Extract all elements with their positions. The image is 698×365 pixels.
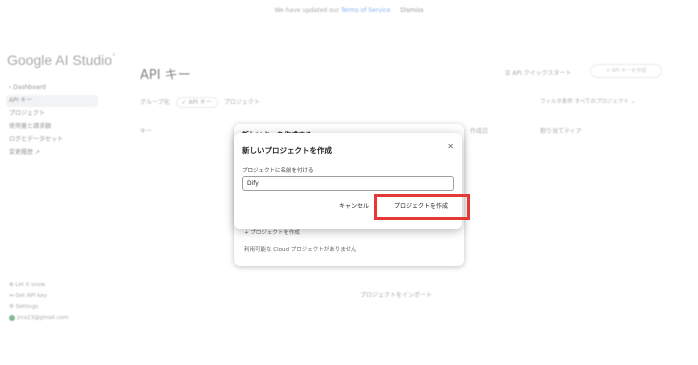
- modal-title: 新しいプロジェクトを作成: [242, 146, 332, 155]
- sidebar: Google AI Studio ‹ ‹ Dashboard API キー プロ…: [0, 22, 120, 352]
- account-item[interactable]: jrco23@gmail.com: [6, 313, 116, 324]
- dismiss-button[interactable]: Dismiss: [400, 7, 423, 14]
- terms-link[interactable]: Terms of Service: [341, 7, 390, 14]
- sidebar-footer-snow[interactable]: ⊕ Let it snow: [6, 280, 116, 291]
- column-tier: 割り当てティア: [540, 128, 582, 135]
- filter-chip-api-key[interactable]: ✓ API キー: [175, 97, 218, 108]
- sidebar-item-logs-datasets[interactable]: ログとデータセット: [6, 134, 98, 146]
- app-logo: Google AI Studio: [7, 52, 113, 68]
- sidebar-item-usage-billing[interactable]: 使用量と請求額: [6, 121, 98, 133]
- sidebar-footer: ⊕ Let it snow ⇔ Get API key ⚙ Settings j…: [6, 280, 116, 324]
- create-project-option[interactable]: + プロジェクトを作成: [244, 228, 300, 236]
- sidebar-item-dashboard[interactable]: ‹ Dashboard: [6, 82, 98, 94]
- column-created: 作成日: [470, 128, 489, 135]
- project-name-input[interactable]: [242, 176, 454, 191]
- sidebar-item-changelog[interactable]: 変更履歴 ↗: [6, 147, 98, 159]
- sidebar-footer-settings[interactable]: ⚙ Settings: [6, 302, 116, 313]
- import-project-link[interactable]: プロジェクトをインポート: [360, 290, 432, 299]
- quickstart-link[interactable]: ☰ API クイックスタート: [505, 68, 572, 77]
- avatar: [9, 314, 15, 321]
- page-title: API キー: [140, 68, 191, 83]
- no-projects-message: 利用可能な Cloud プロジェクトがありません: [244, 247, 357, 253]
- project-name-label: プロジェクトに名前を付ける: [242, 168, 314, 174]
- filter-chip-project[interactable]: プロジェクト: [224, 99, 260, 106]
- create-api-key-button[interactable]: + API キーを作成: [590, 64, 662, 78]
- banner-text: We have updated our: [274, 7, 340, 14]
- create-project-button[interactable]: プロジェクトを作成: [380, 199, 462, 214]
- create-project-modal: 新しいプロジェクトを作成 ✕ プロジェクトに名前を付ける キャンセル プロジェク…: [234, 133, 470, 229]
- cancel-button[interactable]: キャンセル: [334, 200, 374, 214]
- close-icon[interactable]: ✕: [447, 142, 454, 151]
- group-by-label: グループ化: [140, 99, 170, 106]
- collapse-sidebar-icon[interactable]: ‹: [112, 50, 116, 60]
- sidebar-item-api-keys[interactable]: API キー: [6, 95, 98, 107]
- group-by-filters: グループ化 ✓ API キー プロジェクト: [140, 97, 260, 108]
- project-filter-select[interactable]: フィルタ条件 すべてのプロジェクト ⌄: [540, 97, 635, 105]
- sidebar-item-projects[interactable]: プロジェクト: [6, 108, 98, 120]
- terms-banner: We have updated our Terms of Service Dis…: [0, 0, 698, 22]
- sidebar-nav: ‹ Dashboard API キー プロジェクト 使用量と請求額 ログとデータ…: [6, 82, 98, 160]
- column-key: キー: [140, 128, 153, 135]
- sidebar-footer-get-api-key[interactable]: ⇔ Get API key: [6, 291, 116, 302]
- account-email: jrco23@gmail.com: [17, 315, 69, 321]
